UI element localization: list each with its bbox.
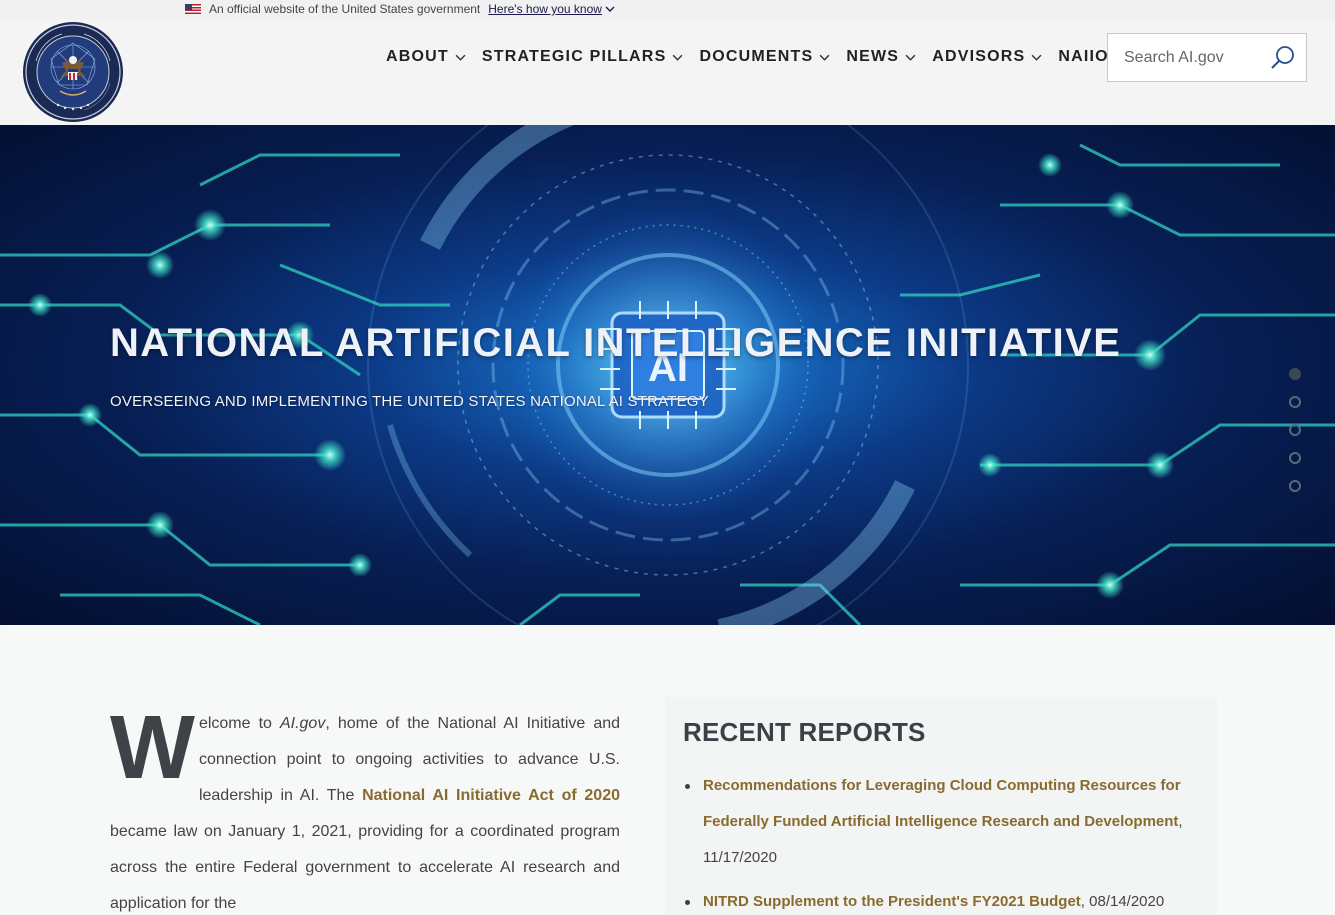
naiio-seal-logo[interactable]: [22, 21, 124, 123]
welcome-dropcap: W: [110, 698, 195, 798]
report-link-cloud-computing[interactable]: Recommendations for Leveraging Cloud Com…: [703, 777, 1181, 830]
nav-advisors[interactable]: ADVISORS: [932, 47, 1042, 67]
nav-news[interactable]: NEWS: [846, 47, 916, 67]
nav-news-label: NEWS: [846, 48, 900, 65]
chevron-down-icon: [455, 54, 466, 61]
carousel-dot-4[interactable]: [1289, 452, 1301, 464]
carousel-dot-5[interactable]: [1289, 480, 1301, 492]
welcome-text-3: became law on January 1, 2021, providing…: [110, 823, 620, 912]
chevron-down-icon: [905, 54, 916, 61]
nav-about-label: ABOUT: [386, 48, 449, 65]
search-box: [1107, 33, 1307, 82]
nav-strategic-pillars-label: STRATEGIC PILLARS: [481, 48, 667, 65]
us-flag-icon: [185, 4, 201, 14]
reports-list: Recommendations for Leveraging Cloud Com…: [683, 768, 1199, 915]
how-you-know-link[interactable]: Here's how you know: [488, 2, 615, 16]
report-date: , 08/14/2020: [1080, 893, 1165, 910]
report-link-nitrd-supplement[interactable]: NITRD Supplement to the President's FY20…: [703, 893, 1081, 910]
search-input[interactable]: [1124, 48, 1274, 67]
chevron-down-icon: [819, 54, 830, 61]
circuit-ai-background-image: AI: [0, 125, 1335, 625]
how-you-know-label: Here's how you know: [488, 2, 602, 16]
welcome-text-1: elcome to: [198, 715, 280, 732]
gov-banner: An official website of the United States…: [0, 0, 1335, 19]
nav-advisors-label: ADVISORS: [932, 48, 1026, 65]
chevron-down-icon: [605, 6, 615, 12]
nav-naiio-label: NAIIO: [1058, 48, 1109, 65]
list-item: Recommendations for Leveraging Cloud Com…: [683, 768, 1199, 876]
carousel-dot-2[interactable]: [1289, 396, 1301, 408]
chevron-down-icon: [673, 54, 683, 61]
hero-title: NATIONAL ARTIFICIAL INTELLIGENCE INITIAT…: [110, 321, 1122, 365]
welcome-paragraph: Welcome to AI.gov, home of the National …: [110, 698, 620, 915]
carousel-dot-1[interactable]: [1289, 368, 1301, 380]
search-icon[interactable]: [1268, 43, 1298, 73]
nav-documents-label: DOCUMENTS: [699, 48, 814, 65]
hero-subtitle: OVERSEEING AND IMPLEMENTING THE UNITED S…: [110, 393, 709, 410]
recent-reports-heading: RECENT REPORTS: [683, 717, 926, 747]
welcome-site-name: AI.gov: [279, 715, 326, 732]
main-nav: ABOUT STRATEGIC PILLARS DOCUMENTS NEWS A…: [386, 47, 1142, 67]
carousel-dots: [1289, 368, 1301, 492]
gov-banner-text: An official website of the United States…: [209, 2, 481, 16]
hero-banner: AI NATIONAL ARTIFICIAL INTELLIGENCE INIT…: [0, 125, 1335, 625]
ai-initiative-act-link[interactable]: National AI Initiative Act of 2020: [362, 787, 620, 804]
list-item: NITRD Supplement to the President's FY20…: [683, 884, 1199, 915]
recent-reports-panel: RECENT REPORTS Recommendations for Lever…: [665, 697, 1217, 915]
carousel-dot-3[interactable]: [1289, 424, 1301, 436]
site-header: ABOUT STRATEGIC PILLARS DOCUMENTS NEWS A…: [0, 19, 1335, 125]
nav-documents[interactable]: DOCUMENTS: [699, 47, 830, 67]
nav-strategic-pillars[interactable]: STRATEGIC PILLARS: [482, 47, 684, 67]
chevron-down-icon: [1031, 54, 1042, 61]
nav-about[interactable]: ABOUT: [386, 47, 466, 67]
